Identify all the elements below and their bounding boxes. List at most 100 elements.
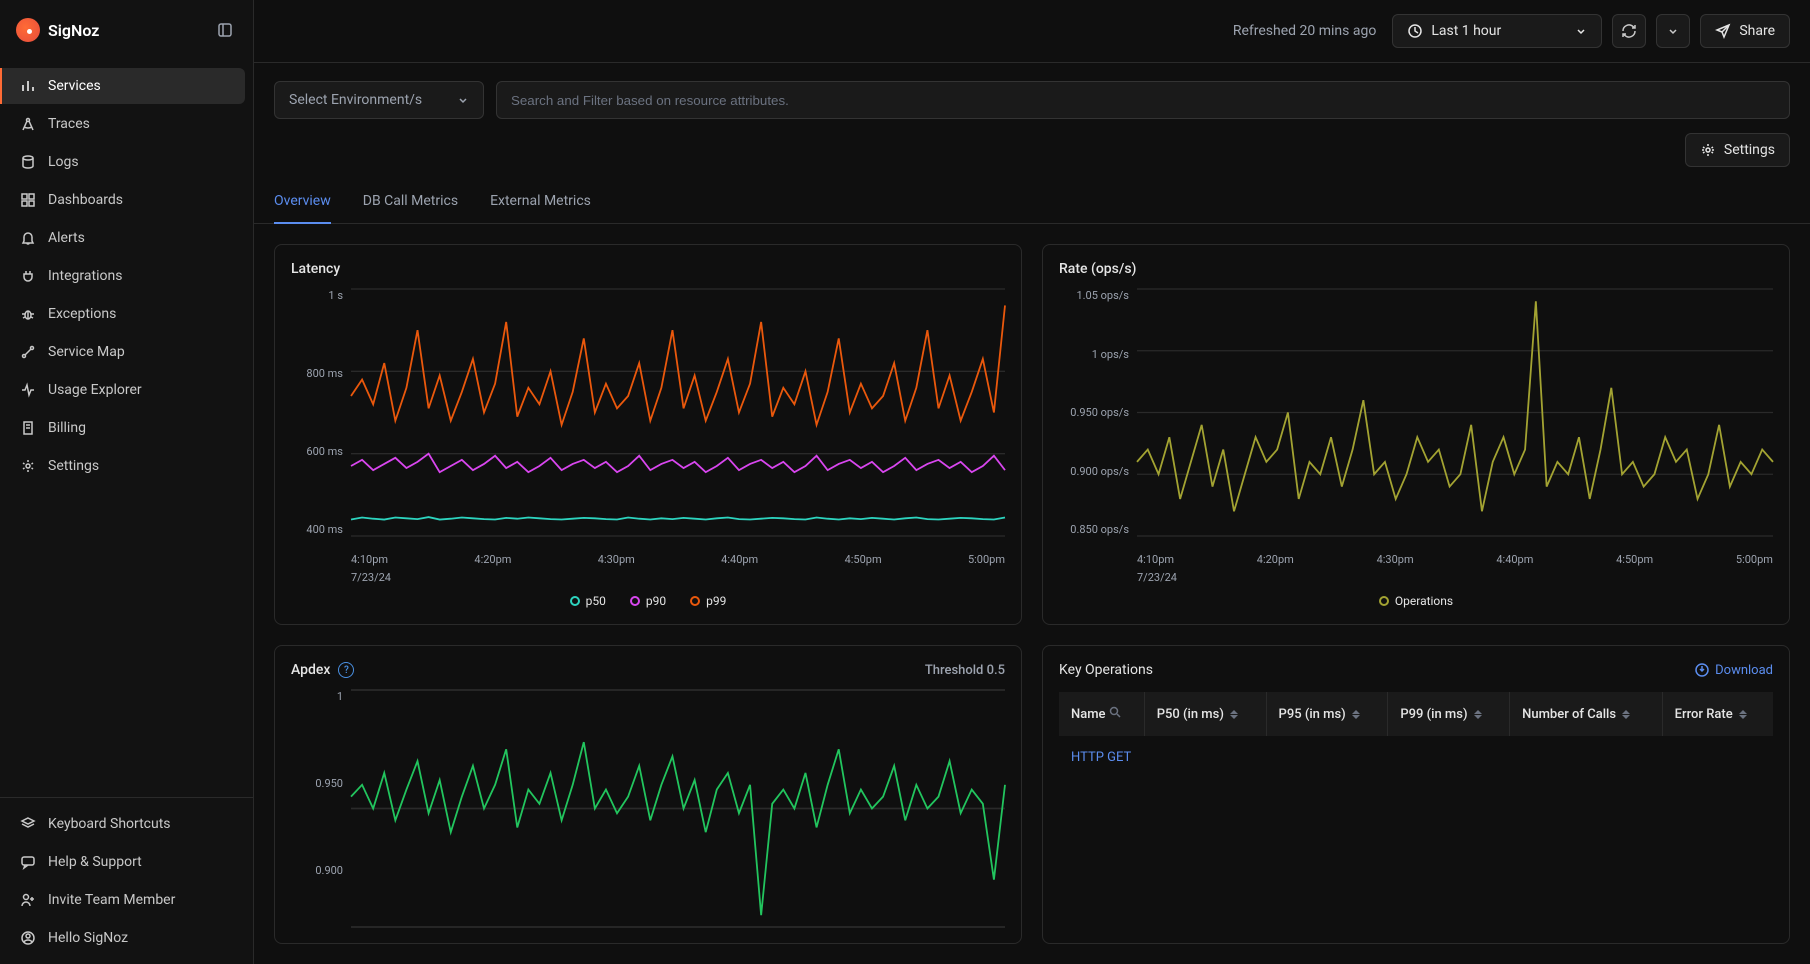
- nav-label: Service Map: [48, 344, 125, 360]
- bell-icon: [20, 230, 36, 246]
- send-icon: [1715, 23, 1731, 39]
- nav-label: Logs: [48, 154, 79, 170]
- receipt-icon: [20, 420, 36, 436]
- bug-icon: [20, 306, 36, 322]
- help-icon[interactable]: ?: [338, 662, 354, 678]
- nav-label: Exceptions: [48, 306, 116, 322]
- gear-icon: [20, 458, 36, 474]
- sidebar-collapse-button[interactable]: [213, 18, 237, 42]
- nav-label: Integrations: [48, 268, 122, 284]
- panel-title: Latency: [291, 261, 1005, 277]
- share-label: Share: [1739, 23, 1775, 39]
- refresh-status: Refreshed 20 mins ago: [1233, 23, 1376, 39]
- download-button[interactable]: Download: [1695, 663, 1773, 678]
- legend-item-operations[interactable]: Operations: [1379, 594, 1453, 608]
- x-axis: 4:10pm 4:20pm 4:30pm 4:40pm 4:50pm 5:00p…: [351, 553, 1005, 566]
- key-ops-header: Key Operations Download: [1059, 662, 1773, 678]
- tab-db-call-metrics[interactable]: DB Call Metrics: [363, 179, 458, 223]
- main-content: Refreshed 20 mins ago Last 1 hour Share …: [254, 0, 1810, 964]
- footer-label: Keyboard Shortcuts: [48, 816, 171, 832]
- key-operations-panel: Key Operations Download Name P50 (in ms)…: [1042, 645, 1790, 944]
- rate-chart[interactable]: 1.05 ops/s 1 ops/s 0.950 ops/s 0.900 ops…: [1059, 289, 1773, 586]
- legend-item-p50[interactable]: p50: [570, 594, 606, 608]
- logs-icon: [20, 154, 36, 170]
- nav-item-usage-explorer[interactable]: Usage Explorer: [8, 372, 245, 408]
- nav-item-traces[interactable]: Traces: [8, 106, 245, 142]
- latency-legend: p50 p90 p99: [291, 586, 1005, 608]
- nav-item-service-map[interactable]: Service Map: [8, 334, 245, 370]
- refresh-icon: [1621, 23, 1637, 39]
- settings-label: Settings: [1724, 142, 1775, 158]
- download-icon: [1695, 663, 1709, 677]
- apdex-chart[interactable]: 1 0.950 0.900: [291, 690, 1005, 927]
- table-row[interactable]: HTTP GET: [1059, 736, 1773, 779]
- operation-link[interactable]: HTTP GET: [1071, 750, 1131, 765]
- apdex-threshold: Threshold 0.5: [925, 663, 1005, 678]
- panel-title: Rate (ops/s): [1059, 261, 1773, 277]
- x-axis: 4:10pm 4:20pm 4:30pm 4:40pm 4:50pm 5:00p…: [1137, 553, 1773, 566]
- panel-title: Apdex ? Threshold 0.5: [291, 662, 1005, 678]
- nav-item-billing[interactable]: Billing: [8, 410, 245, 446]
- nav-item-logs[interactable]: Logs: [8, 144, 245, 180]
- nav-item-services[interactable]: Services: [0, 68, 245, 104]
- y-axis: 1 s 800 ms 600 ms 400 ms: [291, 289, 351, 536]
- nav-item-integrations[interactable]: Integrations: [8, 258, 245, 294]
- brand-logo[interactable]: SigNoz: [16, 18, 99, 42]
- col-error-rate[interactable]: Error Rate: [1662, 692, 1773, 736]
- nav-label: Traces: [48, 116, 90, 132]
- footer-help-support[interactable]: Help & Support: [8, 844, 245, 880]
- footer-hello-signoz[interactable]: Hello SigNoz: [8, 920, 245, 956]
- nav-label: Dashboards: [48, 192, 123, 208]
- nav-item-settings[interactable]: Settings: [8, 448, 245, 484]
- col-num-calls[interactable]: Number of Calls: [1510, 692, 1663, 736]
- environment-select[interactable]: Select Environment/s: [274, 81, 484, 119]
- rate-legend: Operations: [1059, 586, 1773, 608]
- apdex-title: Apdex: [291, 662, 330, 678]
- nav-label: Alerts: [48, 230, 85, 246]
- col-name[interactable]: Name: [1059, 692, 1144, 736]
- footer-label: Hello SigNoz: [48, 930, 128, 946]
- col-p50[interactable]: P50 (in ms): [1144, 692, 1266, 736]
- share-button[interactable]: Share: [1700, 14, 1790, 48]
- route-icon: [20, 344, 36, 360]
- latency-chart[interactable]: 1 s 800 ms 600 ms 400 ms 4:10pm 4:20pm 4…: [291, 289, 1005, 586]
- col-p99[interactable]: P99 (in ms): [1388, 692, 1510, 736]
- y-axis: 1 0.950 0.900: [291, 690, 351, 877]
- download-label: Download: [1715, 663, 1773, 678]
- refresh-dropdown-button[interactable]: [1656, 14, 1690, 48]
- tab-overview[interactable]: Overview: [274, 179, 331, 223]
- env-placeholder: Select Environment/s: [289, 92, 422, 108]
- nav-label: Settings: [48, 458, 99, 474]
- time-range-picker[interactable]: Last 1 hour: [1392, 14, 1602, 48]
- sidebar-footer: Keyboard Shortcuts Help & Support Invite…: [0, 797, 253, 964]
- nav-item-dashboards[interactable]: Dashboards: [8, 182, 245, 218]
- sort-icon: [1230, 710, 1238, 719]
- tab-external-metrics[interactable]: External Metrics: [490, 179, 591, 223]
- settings-button[interactable]: Settings: [1685, 133, 1790, 167]
- user-plus-icon: [20, 892, 36, 908]
- key-ops-table: Name P50 (in ms) P95 (in ms) P99 (in ms)…: [1059, 692, 1773, 779]
- key-ops-title: Key Operations: [1059, 662, 1153, 678]
- sort-icon: [1352, 710, 1360, 719]
- nav-label: Billing: [48, 420, 86, 436]
- refresh-button[interactable]: [1612, 14, 1646, 48]
- clock-icon: [1407, 23, 1423, 39]
- legend-item-p99[interactable]: p99: [690, 594, 726, 608]
- footer-invite-team[interactable]: Invite Team Member: [8, 882, 245, 918]
- key-ops-table-wrap: Name P50 (in ms) P95 (in ms) P99 (in ms)…: [1059, 692, 1773, 779]
- legend-item-p90[interactable]: p90: [630, 594, 666, 608]
- col-p95[interactable]: P95 (in ms): [1266, 692, 1388, 736]
- plot-area: [1137, 289, 1773, 536]
- nav-item-exceptions[interactable]: Exceptions: [8, 296, 245, 332]
- footer-keyboard-shortcuts[interactable]: Keyboard Shortcuts: [8, 806, 245, 842]
- gear-icon: [1700, 142, 1716, 158]
- rate-panel: Rate (ops/s) 1.05 ops/s 1 ops/s 0.950 op…: [1042, 244, 1790, 625]
- footer-label: Invite Team Member: [48, 892, 175, 908]
- table-header-row: Name P50 (in ms) P95 (in ms) P99 (in ms)…: [1059, 692, 1773, 736]
- sort-icon: [1622, 710, 1630, 719]
- search-input[interactable]: [496, 81, 1790, 119]
- tabs: Overview DB Call Metrics External Metric…: [254, 179, 1810, 224]
- search-icon[interactable]: [1109, 707, 1121, 722]
- topbar: Refreshed 20 mins ago Last 1 hour Share: [254, 0, 1810, 63]
- nav-item-alerts[interactable]: Alerts: [8, 220, 245, 256]
